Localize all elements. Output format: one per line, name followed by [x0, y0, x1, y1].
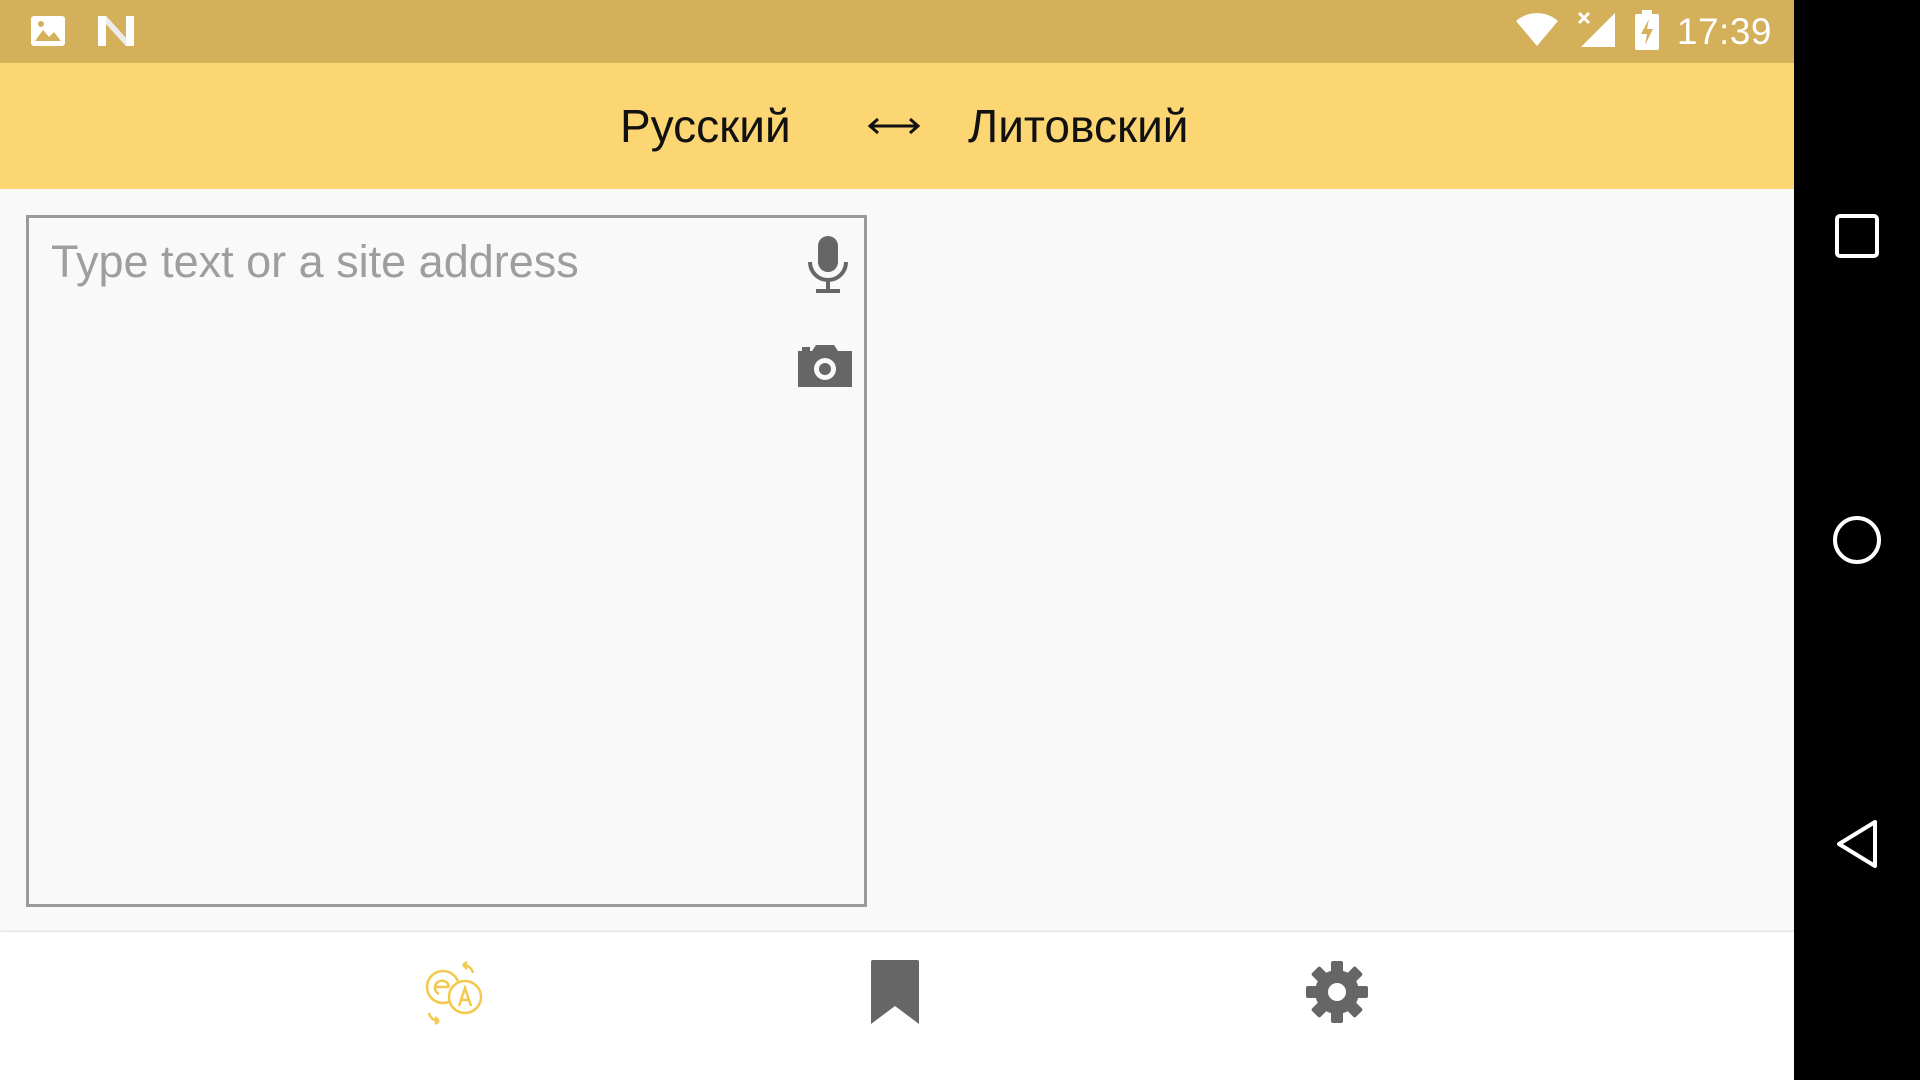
- status-bar-left: [30, 14, 136, 52]
- bookmark-icon: [871, 960, 919, 1024]
- system-navigation-bar: [1794, 0, 1920, 1080]
- back-icon: [1837, 820, 1877, 868]
- recent-apps-button[interactable]: [1822, 201, 1892, 271]
- home-icon: [1833, 516, 1881, 564]
- home-button[interactable]: [1822, 505, 1892, 575]
- source-text-input[interactable]: [51, 236, 771, 288]
- status-clock: 17:39: [1676, 11, 1772, 52]
- nav-bookmarks[interactable]: [855, 952, 935, 1032]
- battery-charging-icon: [1634, 10, 1659, 54]
- n-logo-icon: [96, 14, 136, 52]
- status-bar-right: 17:39: [1515, 8, 1772, 56]
- translate-icon: [425, 961, 483, 1025]
- nav-settings[interactable]: [1297, 952, 1377, 1032]
- gear-icon: [1306, 961, 1368, 1023]
- back-button[interactable]: [1822, 809, 1892, 879]
- source-language-button[interactable]: Русский: [620, 63, 791, 189]
- app-screen: 17:39 Русский Литовский: [0, 0, 1794, 1080]
- wifi-icon: [1515, 12, 1559, 52]
- camera-icon[interactable]: [794, 343, 856, 391]
- target-language-button[interactable]: Литовский: [968, 63, 1188, 189]
- cellular-no-signal-icon: [1577, 11, 1617, 53]
- swap-languages-button[interactable]: [868, 63, 924, 189]
- recent-apps-icon: [1835, 214, 1879, 258]
- nav-translate[interactable]: [415, 952, 495, 1032]
- bottom-navigation: [0, 932, 1794, 1080]
- status-bar: 17:39: [0, 0, 1794, 63]
- translation-input-panel: [26, 215, 867, 907]
- swap-arrows-icon: [868, 117, 920, 135]
- microphone-icon[interactable]: [802, 234, 854, 298]
- image-notification-icon: [30, 15, 66, 51]
- language-bar: Русский Литовский: [0, 63, 1794, 189]
